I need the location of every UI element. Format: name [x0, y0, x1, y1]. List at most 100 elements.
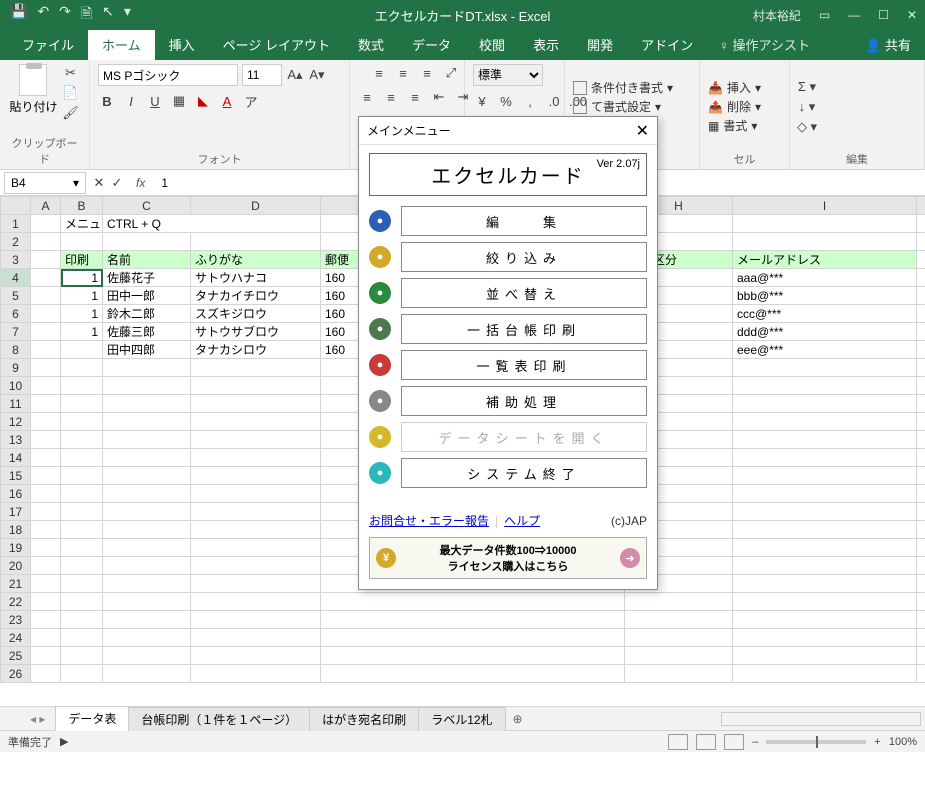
- cell[interactable]: [103, 449, 191, 467]
- cell[interactable]: [917, 467, 925, 485]
- cell[interactable]: [61, 395, 103, 413]
- cell[interactable]: [103, 359, 191, 377]
- align-bottom-icon[interactable]: ≡: [418, 64, 436, 82]
- cell[interactable]: [103, 431, 191, 449]
- cell[interactable]: [31, 377, 61, 395]
- italic-icon[interactable]: I: [122, 92, 140, 110]
- cell[interactable]: [31, 215, 61, 233]
- font-size-input[interactable]: [242, 64, 282, 86]
- cell[interactable]: 田中一郎: [103, 287, 191, 305]
- cell[interactable]: [191, 503, 321, 521]
- cursor-icon[interactable]: ↖: [102, 3, 114, 27]
- row-header[interactable]: 16: [1, 485, 31, 503]
- cell[interactable]: [31, 611, 61, 629]
- cell[interactable]: [917, 503, 925, 521]
- fill-icon[interactable]: ↓ ▾: [798, 98, 816, 116]
- cell[interactable]: [917, 395, 925, 413]
- menu-button-0[interactable]: 編 集: [401, 206, 647, 236]
- phonetic-icon[interactable]: ア: [242, 92, 260, 110]
- paste-button[interactable]: 貼り付け: [9, 64, 57, 122]
- cell[interactable]: 鈴木二郎: [103, 305, 191, 323]
- cell[interactable]: [191, 485, 321, 503]
- cell[interactable]: [61, 485, 103, 503]
- minimize-icon[interactable]: —: [848, 8, 860, 22]
- cell[interactable]: [733, 539, 917, 557]
- cell[interactable]: [31, 323, 61, 341]
- cell[interactable]: [61, 557, 103, 575]
- cancel-formula-icon[interactable]: ✕: [90, 174, 108, 192]
- cell[interactable]: [31, 557, 61, 575]
- fx-icon[interactable]: fx: [126, 176, 155, 190]
- cell[interactable]: [61, 449, 103, 467]
- row-header[interactable]: 3: [1, 251, 31, 269]
- normal-view-icon[interactable]: [668, 734, 688, 750]
- row-header[interactable]: 6: [1, 305, 31, 323]
- cell[interactable]: [103, 395, 191, 413]
- cell[interactable]: [191, 359, 321, 377]
- cell[interactable]: [31, 629, 61, 647]
- save-icon[interactable]: 💾: [10, 3, 27, 27]
- tab-formulas[interactable]: 数式: [344, 29, 398, 60]
- cell[interactable]: [61, 665, 103, 683]
- row-header[interactable]: 25: [1, 647, 31, 665]
- zoom-in-icon[interactable]: +: [874, 736, 880, 748]
- cell[interactable]: [917, 449, 925, 467]
- cell[interactable]: [191, 593, 321, 611]
- cell[interactable]: [191, 629, 321, 647]
- clear-icon[interactable]: ◇ ▾: [798, 118, 816, 136]
- cell[interactable]: [31, 251, 61, 269]
- cell[interactable]: [917, 377, 925, 395]
- cell[interactable]: [733, 431, 917, 449]
- cell[interactable]: [917, 539, 925, 557]
- cell[interactable]: [321, 629, 625, 647]
- cell[interactable]: [191, 431, 321, 449]
- tab-data[interactable]: データ: [398, 29, 465, 60]
- cell[interactable]: メールアドレス: [733, 251, 917, 269]
- cell[interactable]: [61, 611, 103, 629]
- cell[interactable]: 印刷: [61, 251, 103, 269]
- align-left-icon[interactable]: ≡: [358, 88, 376, 106]
- copy-icon[interactable]: 📄: [62, 84, 80, 102]
- cell[interactable]: [733, 395, 917, 413]
- cell[interactable]: [917, 557, 925, 575]
- cell[interactable]: [191, 395, 321, 413]
- autosum-icon[interactable]: Σ ▾: [798, 78, 816, 96]
- cell[interactable]: [31, 233, 61, 251]
- cell[interactable]: [61, 413, 103, 431]
- cell[interactable]: [31, 575, 61, 593]
- percent-icon[interactable]: %: [497, 92, 515, 110]
- cell[interactable]: サトウハナコ: [191, 269, 321, 287]
- orientation-icon[interactable]: ⤢: [442, 64, 460, 82]
- close-dialog-icon[interactable]: ✕: [636, 121, 649, 141]
- cell[interactable]: [625, 647, 733, 665]
- cut-icon[interactable]: ✂: [62, 64, 80, 82]
- cell[interactable]: [191, 233, 321, 251]
- tab-addins[interactable]: アドイン: [627, 29, 707, 60]
- row-header[interactable]: 24: [1, 629, 31, 647]
- comma-icon[interactable]: ,: [521, 92, 539, 110]
- cell[interactable]: [917, 521, 925, 539]
- cell[interactable]: [103, 377, 191, 395]
- new-sheet-button[interactable]: ⊕: [505, 709, 531, 729]
- row-header[interactable]: 4: [1, 269, 31, 287]
- decrease-font-icon[interactable]: A▾: [308, 66, 326, 84]
- format-cells[interactable]: ▦ 書式 ▾: [708, 117, 761, 134]
- align-center-icon[interactable]: ≡: [382, 88, 400, 106]
- fill-color-icon[interactable]: ◣: [194, 92, 212, 110]
- tab-review[interactable]: 校閲: [465, 29, 519, 60]
- cell[interactable]: 佐藤三郎: [103, 323, 191, 341]
- cell[interactable]: タナカシロウ: [191, 341, 321, 359]
- cell[interactable]: ccc@***: [733, 305, 917, 323]
- ribbon-display-icon[interactable]: ▭: [819, 8, 830, 22]
- cell[interactable]: 名前: [103, 251, 191, 269]
- cell[interactable]: [31, 341, 61, 359]
- cell[interactable]: [917, 485, 925, 503]
- row-header[interactable]: 19: [1, 539, 31, 557]
- cell[interactable]: [625, 629, 733, 647]
- cell[interactable]: [103, 665, 191, 683]
- row-header[interactable]: 26: [1, 665, 31, 683]
- row-header[interactable]: 22: [1, 593, 31, 611]
- cell[interactable]: [31, 395, 61, 413]
- cell[interactable]: [733, 449, 917, 467]
- cell[interactable]: [733, 575, 917, 593]
